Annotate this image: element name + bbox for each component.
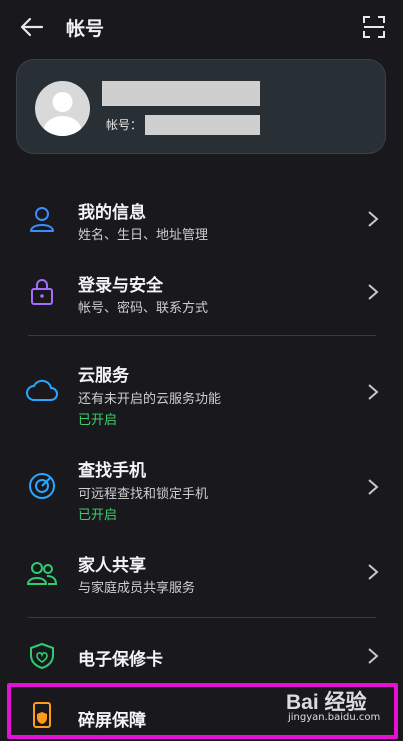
divider — [28, 617, 376, 618]
chevron-right-icon — [368, 564, 379, 580]
status-enabled: 已开启 — [78, 508, 118, 523]
avatar[interactable] — [35, 81, 90, 136]
redacted-name — [102, 81, 260, 106]
person-icon — [30, 207, 54, 232]
divider — [28, 335, 376, 336]
chevron-right-icon — [368, 648, 379, 664]
cloud-icon — [26, 379, 58, 401]
scan-icon[interactable] — [363, 16, 385, 38]
shield-icon — [30, 642, 54, 670]
menu-item-title: 登录与安全 — [78, 276, 163, 296]
chevron-right-icon — [368, 211, 379, 227]
baidu-watermark: Bai 经验 jingyan.baidu.com — [272, 686, 392, 734]
menu-item-title: 我的信息 — [78, 203, 146, 223]
menu-item-e-warranty[interactable]: 电子保修卡 — [0, 632, 403, 680]
menu-item-subtitle: 与家庭成员共享服务 — [78, 581, 196, 596]
radar-icon — [29, 473, 55, 499]
watermark-url: jingyan.baidu.com — [288, 712, 381, 723]
account-label: 帐号： — [106, 118, 143, 132]
menu-item-subtitle: 帐号、密码、联系方式 — [78, 301, 209, 316]
top-bar: 帐号 — [0, 0, 403, 56]
chevron-right-icon — [368, 479, 379, 495]
menu-item-subtitle: 姓名、生日、地址管理 — [78, 228, 209, 243]
menu-item-subtitle: 可远程查找和锁定手机 — [78, 487, 209, 502]
profile-card[interactable]: 帐号： — [16, 59, 386, 154]
lock-icon — [31, 279, 53, 305]
menu-item-my-info[interactable]: 我的信息 姓名、生日、地址管理 — [0, 190, 403, 250]
menu-item-title: 家人共享 — [78, 556, 146, 576]
menu-item-login-security[interactable]: 登录与安全 帐号、密码、联系方式 — [0, 263, 403, 323]
chevron-right-icon — [368, 284, 379, 300]
back-arrow-icon[interactable] — [20, 17, 44, 37]
menu-item-title: 云服务 — [78, 366, 129, 386]
avatar-person-icon — [43, 92, 82, 136]
family-icon — [26, 562, 58, 585]
menu-item-cloud-service[interactable]: 云服务 还有未开启的云服务功能 已开启 — [0, 353, 403, 433]
menu-item-find-phone[interactable]: 查找手机 可远程查找和锁定手机 已开启 — [0, 448, 403, 528]
menu-item-family-sharing[interactable]: 家人共享 与家庭成员共享服务 — [0, 543, 403, 603]
menu-item-title: 电子保修卡 — [78, 650, 163, 670]
page-title: 帐号 — [66, 18, 105, 40]
menu-item-subtitle: 还有未开启的云服务功能 — [78, 392, 222, 407]
redacted-account — [145, 115, 260, 135]
menu-item-title: 查找手机 — [78, 461, 146, 481]
chevron-right-icon — [368, 384, 379, 400]
status-enabled: 已开启 — [78, 413, 118, 428]
